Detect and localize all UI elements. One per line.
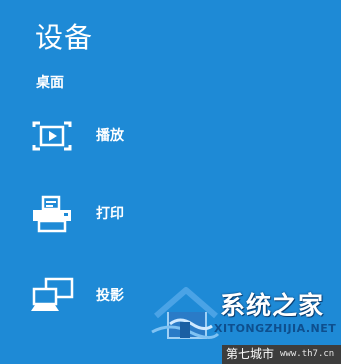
footer-site-name: 第七城市 [226,347,275,361]
play-to-icon [28,112,76,160]
charm-title: 设备 [35,21,94,54]
section-label-desktop: 桌面 [36,75,64,91]
watermark-url: XITONGZHIJIA.NET [214,322,337,335]
project-icon [28,272,76,320]
device-label-play: 播放 [96,128,124,144]
house-logo-icon [151,287,220,339]
device-label-project: 投影 [96,288,124,304]
footer-watermark-bar: 第七城市 www.th7.cn [222,345,341,364]
device-item-print[interactable]: 打印 [28,188,288,240]
footer-site-url: www.th7.cn [280,349,335,359]
device-item-play[interactable]: 播放 [28,110,288,162]
site-watermark: 系统之家 XITONGZHIJIA.NET [150,282,341,342]
watermark-brand: 系统之家 [220,291,325,320]
printer-icon [28,190,76,238]
device-label-print: 打印 [96,206,124,222]
